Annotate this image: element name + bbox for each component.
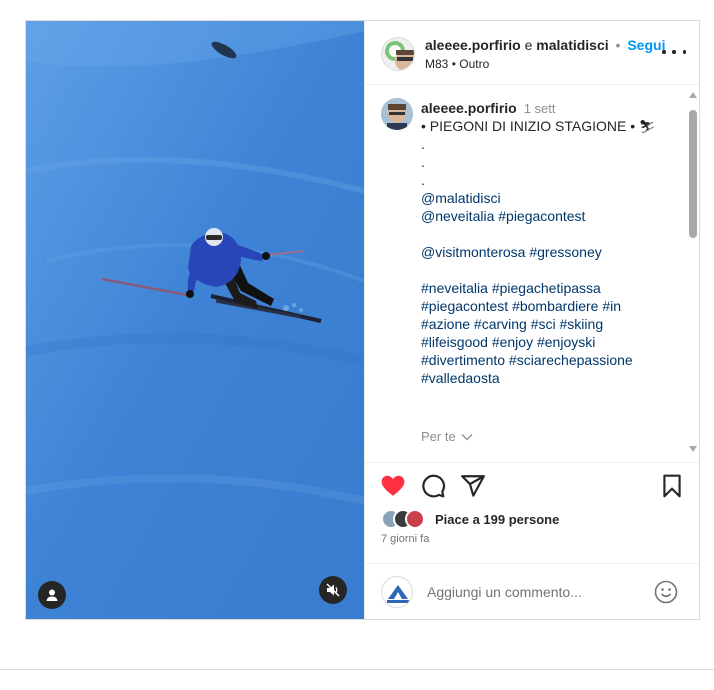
- liker-avatar: [405, 509, 425, 529]
- bookmark-icon[interactable]: [659, 473, 685, 499]
- caption-avatar[interactable]: [381, 98, 413, 130]
- likes-summary[interactable]: Piace a 199 persone: [381, 509, 681, 529]
- paper-plane-icon[interactable]: [460, 473, 486, 499]
- heart-filled-icon[interactable]: [380, 473, 406, 499]
- audio-track: Outro: [459, 57, 490, 71]
- person-icon: [46, 589, 58, 601]
- muted-speaker-icon: [326, 583, 340, 597]
- audio-separator: •: [451, 57, 456, 71]
- scrollbar-thumb[interactable]: [689, 110, 697, 238]
- comment-bubble-icon[interactable]: [420, 473, 446, 499]
- post-dialog: aleeee.porfirio e malatidisci • Segui M8…: [25, 20, 700, 620]
- post-video[interactable]: [26, 21, 364, 619]
- more-horizontal-icon[interactable]: [662, 44, 686, 60]
- hashtags-line[interactable]: #valledaosta: [421, 369, 681, 387]
- likes-count[interactable]: Piace a 199 persone: [435, 512, 559, 527]
- post-authors: aleeee.porfirio e malatidisci • Segui: [425, 37, 665, 53]
- caption-text: • PIEGONI DI INIZIO STAGIONE • ⛷ . . . @…: [421, 117, 681, 387]
- chevron-down-icon: [461, 434, 473, 441]
- mute-toggle-button[interactable]: [319, 576, 347, 604]
- author-1-link[interactable]: aleeee.porfirio: [425, 37, 521, 53]
- audio-artist: M83: [425, 57, 449, 71]
- hashtags-line[interactable]: #divertimento #sciarechepassione: [421, 351, 681, 369]
- smiley-icon[interactable]: [654, 580, 678, 604]
- avatar[interactable]: [381, 37, 415, 71]
- avatar-image: [381, 98, 413, 130]
- scroll-down-arrow[interactable]: [689, 446, 697, 452]
- caption-header: aleeee.porfirio 1 sett: [421, 100, 556, 116]
- caption-time[interactable]: 1 sett: [524, 101, 556, 116]
- caption-dot: .: [421, 154, 425, 170]
- hashtags-line[interactable]: #lifeisgood #enjoy #enjoyski: [421, 333, 681, 351]
- scroll-up-arrow[interactable]: [689, 92, 697, 98]
- caption-username[interactable]: aleeee.porfirio: [421, 100, 517, 116]
- author-2-link[interactable]: malatidisci: [536, 37, 608, 53]
- hashtags-line[interactable]: #piegacontest #bombardiere #in: [421, 297, 681, 315]
- hashtags-line[interactable]: #neveitalia #piegachetipassa: [421, 279, 681, 297]
- mention-link[interactable]: @malatidisci: [421, 189, 681, 207]
- see-translation-label: Per te: [421, 429, 456, 444]
- tagged-users-button[interactable]: [38, 581, 66, 609]
- page-divider: [0, 669, 714, 670]
- post-header: aleeee.porfirio e malatidisci • Segui M8…: [365, 21, 700, 85]
- authors-conjunction: e: [524, 37, 533, 53]
- hashtags-line[interactable]: #azione #carving #sci #skiing: [421, 315, 681, 333]
- avatar-image: [385, 41, 414, 70]
- avatar-image: [387, 585, 409, 603]
- caption-dot: .: [421, 136, 425, 152]
- follow-button[interactable]: Segui: [627, 37, 665, 53]
- skier-scene: [26, 21, 364, 619]
- comments-list: aleeee.porfirio 1 sett • PIEGONI DI INIZI…: [365, 86, 700, 461]
- comment-input[interactable]: Aggiungi un commento...: [427, 584, 582, 600]
- separator-dot: •: [615, 37, 621, 53]
- audio-info[interactable]: M83 • Outro: [425, 57, 489, 71]
- tags-line[interactable]: @visitmonterosa #gressoney: [421, 243, 681, 261]
- caption-title: • PIEGONI DI INIZIO STAGIONE •: [421, 118, 636, 134]
- post-date[interactable]: 7 giorni fa: [381, 533, 429, 545]
- caption-dot: .: [421, 172, 425, 188]
- current-user-avatar: [381, 576, 413, 608]
- post-actions-bar: [365, 462, 700, 504]
- post-details-panel: aleeee.porfirio e malatidisci • Segui M8…: [364, 21, 700, 619]
- comment-composer: Aggiungi un commento...: [365, 563, 700, 619]
- skier-emoji-icon: ⛷: [639, 119, 656, 134]
- tags-line[interactable]: @neveitalia #piegacontest: [421, 207, 681, 225]
- comments-scrollbar[interactable]: [685, 86, 700, 461]
- see-translation-link[interactable]: Per te: [421, 429, 473, 444]
